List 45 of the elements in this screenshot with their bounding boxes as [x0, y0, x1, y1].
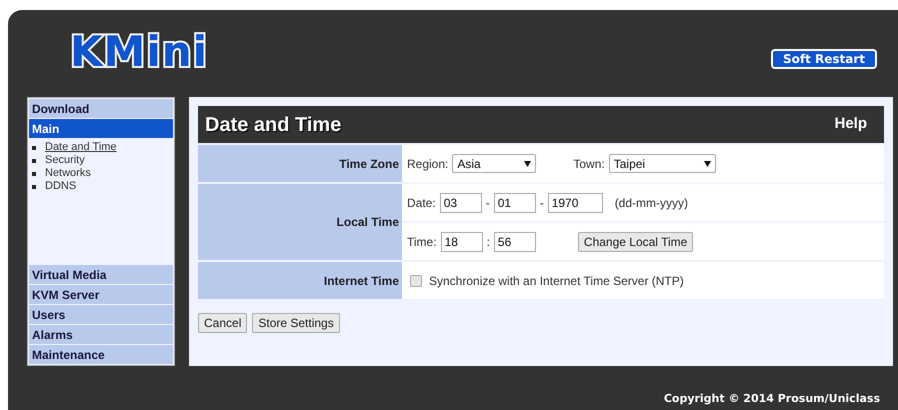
input-field[interactable]: 03 — [440, 192, 482, 212]
field-label: Town: — [573, 156, 605, 172]
field-label: Synchronize with an Internet Time Server (NTP) — [429, 272, 684, 290]
form-button[interactable]: Store Settings — [252, 313, 340, 333]
menu-item[interactable]: Main — [29, 119, 173, 138]
menu-item[interactable]: Alarms — [29, 325, 173, 344]
field-label: (dd-mm-yyyy) — [614, 194, 688, 212]
field-label: Time: — [407, 234, 437, 250]
input-field[interactable]: 1970 — [548, 192, 603, 212]
menu-item[interactable]: Download — [29, 99, 173, 118]
bullet-icon — [32, 172, 36, 176]
row-label: Time Zone — [339, 156, 399, 172]
bullet-icon — [32, 146, 36, 150]
change-local-time-button[interactable]: Change Local Time — [578, 232, 694, 252]
dropdown[interactable]: Taipei — [608, 154, 716, 173]
bullet-icon — [32, 184, 36, 188]
dropdown[interactable]: Asia — [452, 154, 536, 173]
bullet-icon — [32, 158, 36, 162]
checkbox[interactable] — [410, 274, 422, 286]
submenu-link[interactable]: Date and Time — [45, 141, 117, 154]
input-field[interactable]: 18 — [440, 232, 483, 252]
submenu-link[interactable]: Security — [45, 154, 85, 167]
logo: KMini — [70, 28, 208, 76]
dropdown-caret-icon — [524, 160, 532, 166]
field-label: Region: — [407, 156, 448, 172]
menu-item[interactable]: KVM Server — [29, 285, 173, 304]
dropdown-caret-icon — [704, 160, 711, 166]
field-label: : — [486, 234, 490, 250]
menu-item[interactable]: Virtual Media — [29, 265, 173, 284]
help-link[interactable]: Help — [834, 113, 867, 136]
submenu-link[interactable]: DDNS — [45, 180, 76, 193]
field-label: - — [540, 194, 544, 212]
menu-item[interactable]: Users — [29, 305, 173, 324]
form-button[interactable]: Cancel — [198, 313, 248, 333]
copyright-text: Copyright © 2014 Prosum/Uniclass — [664, 391, 880, 407]
input-field[interactable]: 56 — [494, 232, 536, 252]
row-label: Internet Time — [324, 272, 399, 290]
menu-item[interactable]: Maintenance — [29, 345, 173, 364]
field-label: - — [486, 194, 490, 212]
page-title: Date and Time — [205, 112, 342, 138]
row-label: Local Time — [336, 214, 399, 231]
soft-restart-button[interactable]: Soft Restart — [771, 49, 877, 69]
submenu-link[interactable]: Networks — [45, 167, 91, 180]
field-label: Date: — [407, 194, 436, 212]
input-field[interactable]: 01 — [494, 192, 536, 212]
